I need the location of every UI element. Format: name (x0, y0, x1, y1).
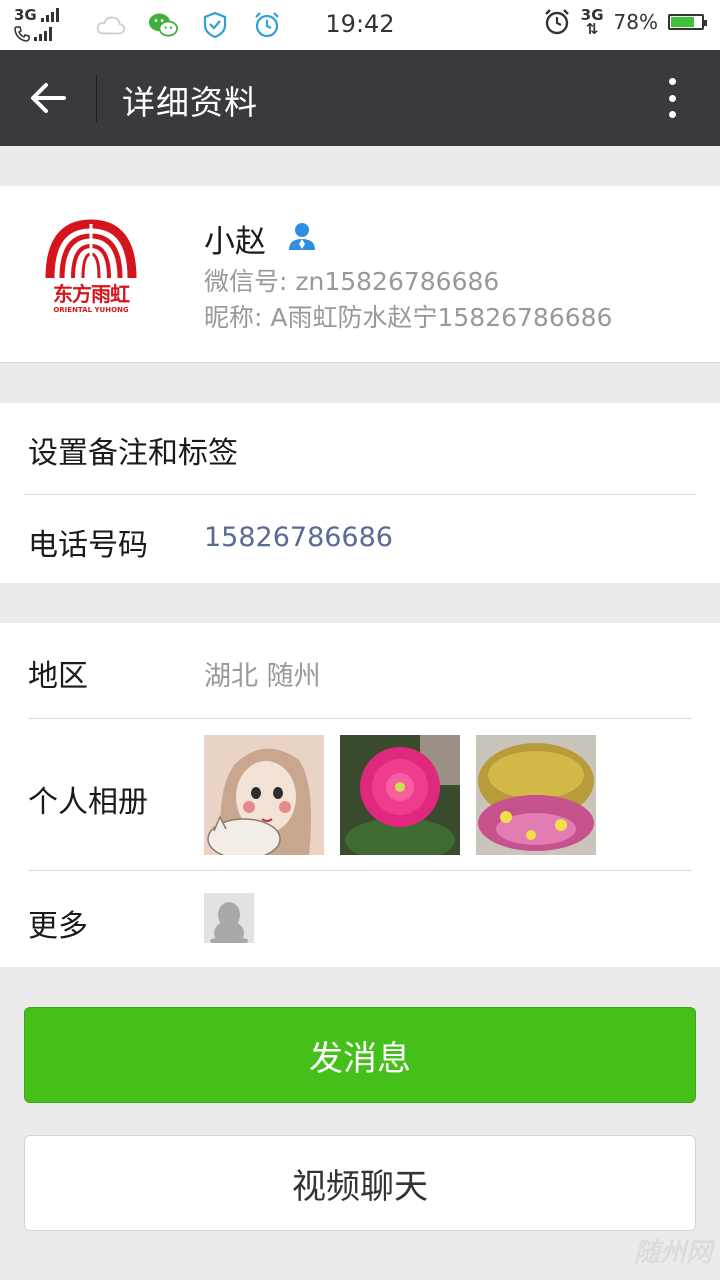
more-label: 更多 (28, 909, 88, 944)
back-button[interactable] (28, 78, 68, 118)
status-bar: 3G 19:42 3G ⇅ 78% (0, 0, 720, 50)
app-header: 详细资料 (0, 50, 720, 146)
set-remark-tags-item[interactable]: 设置备注和标签 (28, 428, 238, 472)
album-photo-girl-cat[interactable] (204, 735, 324, 855)
battery-icon (668, 14, 707, 30)
info-section: 地区 湖北 随州 个人相册 更多 (0, 623, 720, 967)
data-transfer-icon: ⇅ (585, 20, 599, 38)
alarm-icon (544, 9, 569, 35)
album-photo-pink-flower[interactable] (340, 735, 460, 855)
video-chat-button[interactable]: 视频聊天 (24, 1135, 696, 1231)
watermark: 随州网 (633, 1238, 712, 1268)
row-divider (28, 870, 692, 871)
remark-phone-section: 设置备注和标签 电话号码 15826786686 (0, 403, 720, 583)
album-photo-flower-display[interactable] (476, 735, 596, 855)
profile-card[interactable]: 东方雨虹 ORIENTAL YUHONG 小赵 微信号: zn158267866… (0, 186, 720, 363)
send-message-button[interactable]: 发消息 (24, 1007, 696, 1103)
avatar[interactable]: 东方雨虹 ORIENTAL YUHONG (26, 216, 156, 326)
avatar-logo-text: 东方雨虹 (53, 282, 130, 306)
battery-level (671, 17, 695, 27)
row-divider (28, 718, 692, 719)
contact-person-icon (289, 223, 315, 250)
region-value: 湖北 随州 (204, 661, 321, 692)
back-arrow-icon (31, 83, 66, 113)
more-options-button[interactable] (664, 78, 680, 118)
album-label: 个人相册 (28, 785, 148, 820)
profile-name: 小赵 (204, 224, 266, 260)
phone-number-link[interactable]: 15826786686 (204, 522, 393, 553)
phone-label: 电话号码 (28, 528, 148, 563)
more-dots-icon (668, 78, 676, 85)
avatar-logo-subtext: ORIENTAL YUHONG (53, 306, 129, 314)
row-divider (24, 494, 696, 495)
wechat-id: 微信号: zn15826786686 (204, 267, 500, 296)
qq-penguin-icon[interactable] (204, 893, 254, 943)
page-title: 详细资料 (122, 83, 258, 122)
battery-percent: 78% (613, 10, 658, 34)
header-divider (96, 74, 97, 122)
region-label: 地区 (28, 659, 88, 694)
nickname: 昵称: A雨虹防水赵宁15826786686 (204, 303, 613, 332)
